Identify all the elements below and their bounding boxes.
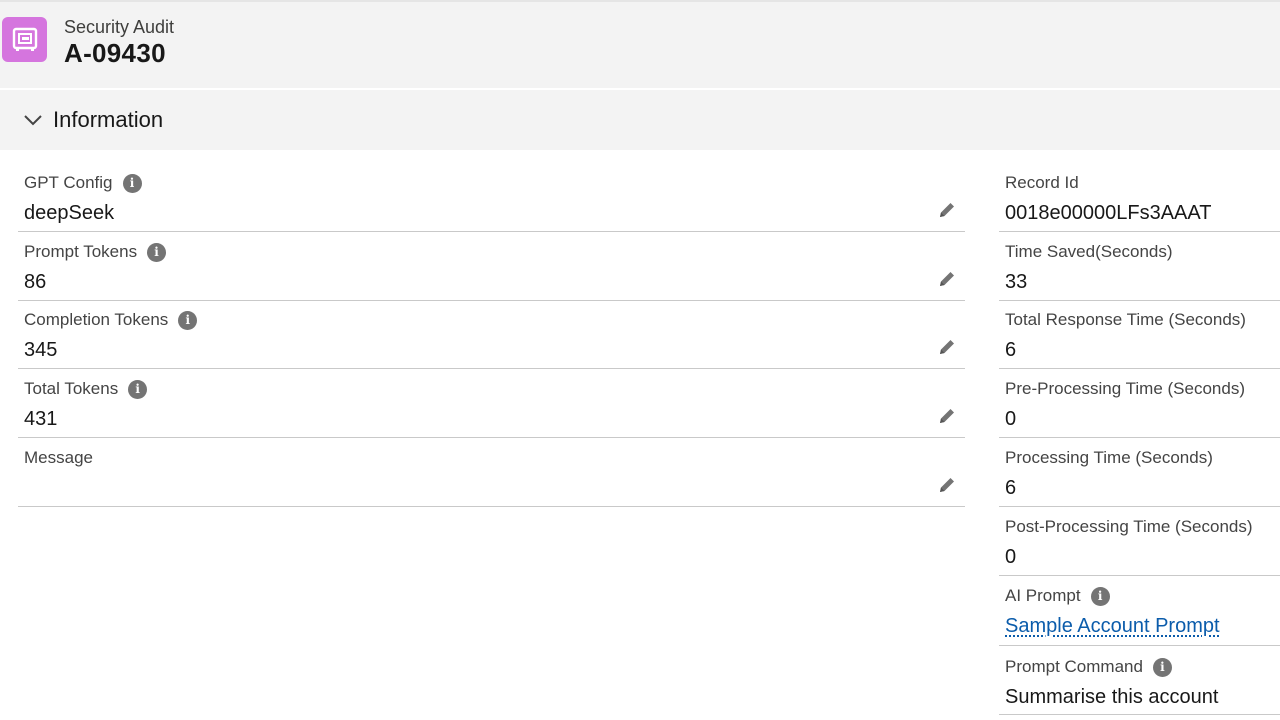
field-time-saved: Time Saved(Seconds) 33 xyxy=(999,232,1280,301)
record-name: A-09430 xyxy=(64,38,166,68)
section-toggle-information[interactable]: Information xyxy=(0,90,1280,150)
info-icon[interactable]: i xyxy=(1152,657,1172,677)
pencil-icon[interactable] xyxy=(937,406,957,426)
field-label: Prompt Tokens xyxy=(24,242,138,261)
chevron-down-icon xyxy=(22,109,44,131)
field-label: Time Saved(Seconds) xyxy=(1005,242,1173,261)
field-label: Message xyxy=(24,448,93,467)
field-label: Record Id xyxy=(1005,173,1079,192)
ai-prompt-link[interactable]: Sample Account Prompt xyxy=(1005,615,1220,638)
field-message: Message xyxy=(18,438,965,507)
field-label: Prompt Command xyxy=(1005,657,1143,676)
field-value: 0 xyxy=(1005,408,1017,430)
field-post-processing-time: Post-Processing Time (Seconds) 0 xyxy=(999,507,1280,576)
field-label: Post-Processing Time (Seconds) xyxy=(1005,517,1253,536)
object-type-label: Security Audit xyxy=(64,17,175,37)
field-prompt-command: Prompt Command i Summarise this account xyxy=(999,647,1280,715)
field-label: Completion Tokens xyxy=(24,310,169,329)
section-title: Information xyxy=(53,107,164,132)
field-value: 33 xyxy=(1005,271,1028,293)
field-value: 0018e00000LFs3AAAT xyxy=(1005,202,1212,224)
pencil-icon[interactable] xyxy=(937,337,957,357)
field-record-id: Record Id 0018e00000LFs3AAAT xyxy=(999,163,1280,232)
info-icon[interactable]: i xyxy=(122,173,142,193)
field-prompt-tokens: Prompt Tokens i 86 xyxy=(18,232,965,301)
record-header: Security Audit A-09430 xyxy=(0,0,1280,88)
info-icon[interactable]: i xyxy=(128,379,148,399)
field-completion-tokens: Completion Tokens i 345 xyxy=(18,300,965,369)
field-value: 86 xyxy=(24,271,47,293)
info-icon[interactable]: i xyxy=(147,242,167,262)
info-icon[interactable]: i xyxy=(1090,586,1110,606)
field-processing-time: Processing Time (Seconds) 6 xyxy=(999,438,1280,507)
pencil-icon[interactable] xyxy=(937,269,957,289)
field-label: GPT Config xyxy=(24,173,113,192)
record-icon xyxy=(2,17,47,62)
field-value: 431 xyxy=(24,408,58,430)
field-value: deepSeek xyxy=(24,202,115,224)
field-value: 6 xyxy=(1005,339,1017,361)
field-pre-processing-time: Pre-Processing Time (Seconds) 0 xyxy=(999,369,1280,438)
field-value: 6 xyxy=(1005,477,1017,499)
field-label: Processing Time (Seconds) xyxy=(1005,448,1213,467)
field-label: Total Response Time (Seconds) xyxy=(1005,310,1246,329)
info-icon[interactable]: i xyxy=(178,310,198,330)
field-label: Total Tokens xyxy=(24,379,119,398)
field-ai-prompt: AI Prompt i Sample Account Prompt xyxy=(999,576,1280,646)
field-label: AI Prompt xyxy=(1005,586,1081,605)
field-value: Summarise this account xyxy=(1005,686,1219,708)
pencil-icon[interactable] xyxy=(937,200,957,220)
field-value: 0 xyxy=(1005,546,1017,568)
field-value: 345 xyxy=(24,339,58,361)
field-total-tokens: Total Tokens i 431 xyxy=(18,369,965,438)
field-total-response-time: Total Response Time (Seconds) 6 xyxy=(999,300,1280,369)
field-gpt-config: GPT Config i deepSeek xyxy=(18,163,965,232)
pencil-icon[interactable] xyxy=(937,475,957,495)
field-label: Pre-Processing Time (Seconds) xyxy=(1005,379,1245,398)
